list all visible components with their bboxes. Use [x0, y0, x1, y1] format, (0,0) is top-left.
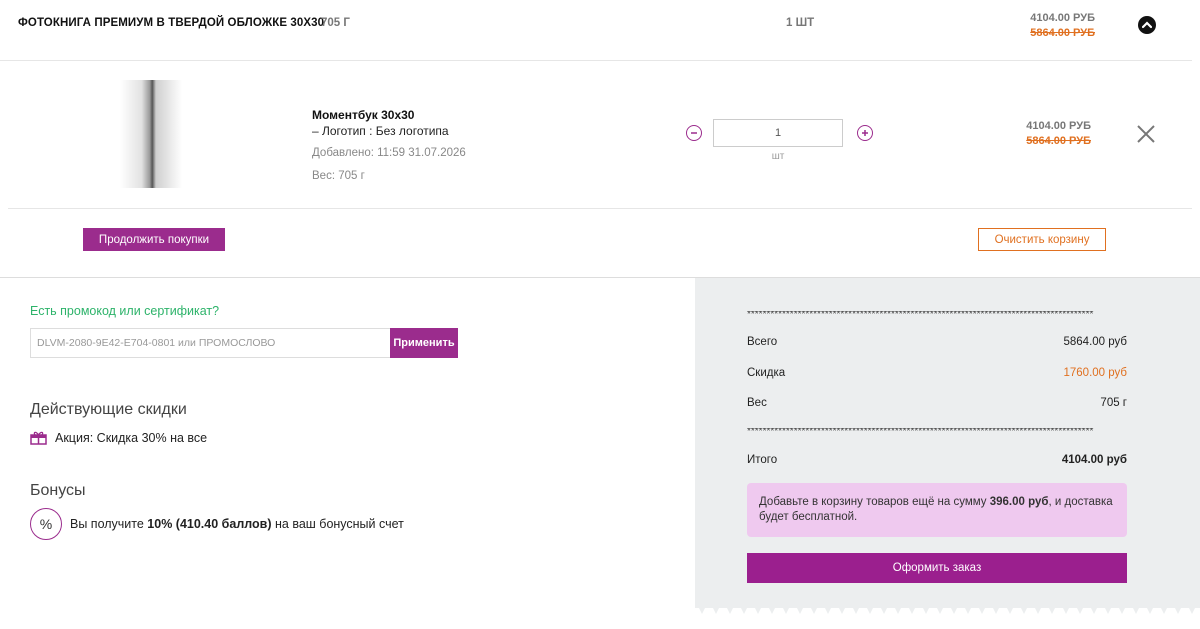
bonus-item: % Вы получите 10% (410.40 баллов) на ваш…: [30, 508, 404, 540]
bonus-text: Вы получите 10% (410.40 баллов) на ваш б…: [70, 517, 404, 531]
summary-total-label: Всего: [747, 336, 778, 348]
separator-dots: ****************************************…: [747, 428, 1094, 436]
cart-group-title: ФОТОКНИГА ПРЕМИУМ В ТВЕРДОЙ ОБЛОЖКЕ 30Х3…: [18, 17, 325, 29]
gift-icon: [30, 431, 47, 445]
product-name[interactable]: Моментбук 30х30: [312, 108, 414, 122]
product-added-date: Добавлено: 11:59 31.07.2026: [312, 147, 466, 159]
collapse-toggle-button[interactable]: [1138, 16, 1156, 34]
quantity-decrease-button[interactable]: [686, 125, 702, 141]
discount-item: Акция: Скидка 30% на все: [30, 430, 207, 445]
cart-group-old-price: 5864.00 РУБ: [1030, 27, 1095, 39]
promo-code-input[interactable]: [30, 328, 391, 358]
minus-icon: [691, 132, 697, 134]
quantity-increase-button[interactable]: [857, 125, 873, 141]
apply-promo-button[interactable]: Применить: [390, 328, 458, 358]
plus-icon: [862, 130, 868, 136]
product-thumbnail: [120, 80, 182, 188]
summary-weight-value: 705 г: [1100, 397, 1127, 409]
cart-group-weight: 705 Г: [321, 17, 350, 29]
close-icon: [1137, 125, 1155, 143]
product-option: – Логотип : Без логотипа: [312, 124, 449, 138]
summary-discount-label: Скидка: [747, 367, 786, 379]
checkout-button[interactable]: Оформить заказ: [747, 553, 1127, 583]
free-delivery-notice: Добавьте в корзину товаров ещё на сумму …: [747, 483, 1127, 537]
summary-discount-value: 1760.00 руб: [1063, 367, 1128, 379]
cart-group-quantity: 1 ШТ: [786, 17, 815, 29]
chevron-up-icon: [1142, 21, 1152, 29]
bonuses-title: Бонусы: [30, 482, 86, 499]
separator-dots: ****************************************…: [747, 311, 1094, 319]
quantity-unit: шт: [771, 151, 785, 162]
product-old-price: 5864.00 РУБ: [1026, 135, 1091, 147]
continue-shopping-button[interactable]: Продолжить покупки: [83, 228, 225, 251]
summary-final-label: Итого: [747, 454, 778, 466]
product-weight: Вес: 705 г: [312, 170, 365, 182]
remove-item-button[interactable]: [1136, 124, 1156, 144]
promo-code-link[interactable]: Есть промокод или сертификат?: [30, 304, 219, 318]
summary-final-value: 4104.00 руб: [1061, 454, 1127, 466]
percent-icon: %: [30, 508, 62, 540]
receipt-edge: [695, 600, 1200, 614]
summary-weight-label: Вес: [747, 397, 767, 409]
quantity-input[interactable]: [713, 119, 843, 147]
header-divider: [0, 60, 1192, 61]
product-price: 4104.00 РУБ: [1026, 120, 1091, 132]
clear-cart-button[interactable]: Очистить корзину: [978, 228, 1106, 251]
discount-item-label: Акция: Скидка 30% на все: [55, 430, 208, 445]
discounts-title: Действующие скидки: [30, 401, 187, 418]
summary-total-value: 5864.00 руб: [1063, 336, 1128, 348]
product-divider: [8, 208, 1192, 209]
cart-group-price: 4104.00 РУБ: [1030, 12, 1095, 24]
